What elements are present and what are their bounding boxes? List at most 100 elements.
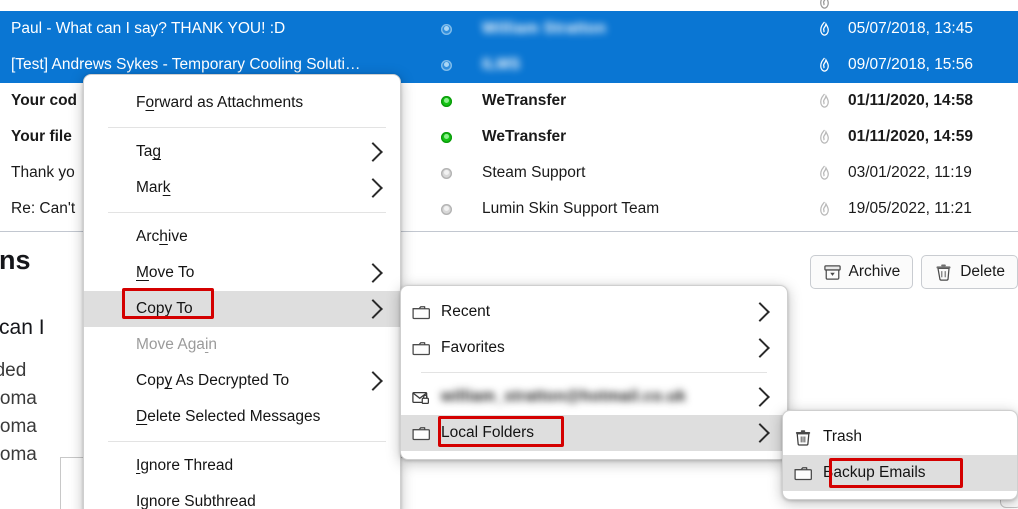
menu-item-copy-to[interactable]: Copy To: [84, 291, 400, 327]
body-line: ww.ioma: [0, 416, 37, 437]
menu-item-label: Mark: [136, 179, 171, 196]
menu-separator: [108, 127, 386, 128]
folder-icon: [411, 424, 437, 443]
menu-item-label: Forward as Attachments: [136, 94, 304, 111]
menu-item-label: Delete Selected Messages: [136, 408, 321, 425]
menu-item-label: Ignore Thread: [136, 457, 234, 474]
message-status-dot[interactable]: [424, 203, 468, 215]
menu-separator: [108, 212, 386, 213]
thread-icon[interactable]: [808, 201, 840, 218]
menu-item-copy-as-decrypted-to[interactable]: Copy As Decrypted To: [84, 363, 400, 399]
menu-item-ignore-thread[interactable]: Ignore Thread: [84, 448, 400, 484]
menu-item-label: Copy To: [136, 300, 193, 317]
message-correspondent: WeTransfer: [482, 92, 567, 109]
menu-item-move-to[interactable]: Move To: [84, 255, 400, 291]
body-line: warded: [0, 360, 27, 381]
submenu-item-favorites[interactable]: Favorites: [401, 330, 787, 366]
chevron-right-icon: [363, 371, 383, 391]
submenu-item-local-folders[interactable]: Local Folders: [401, 415, 787, 451]
chevron-right-icon: [363, 142, 383, 162]
message-action-toolbar: Archive Delete: [809, 255, 1018, 289]
chevron-right-icon: [750, 423, 770, 443]
table-row[interactable]: Paul - What can I say? THANK YOU! :D Wil…: [0, 11, 1018, 47]
chevron-right-icon: [363, 299, 383, 319]
submenu-item-label: Favorites: [441, 339, 505, 356]
table-row[interactable]: [0, 0, 1018, 11]
submenu-item-label: william_stratton@hotmail.co.uk: [441, 388, 687, 405]
folder-icon: [793, 464, 819, 483]
menu-item-label: Ignore Subthread: [136, 493, 256, 509]
body-line: ww.ioma: [0, 388, 37, 409]
submenu-item-account[interactable]: william_stratton@hotmail.co.uk: [401, 379, 787, 415]
trash-icon: [936, 264, 951, 281]
thunderbird-window: Paul - What can I say? THANK YOU! :D Wil…: [0, 0, 1018, 509]
body-line: hat can I: [0, 316, 45, 339]
flame-thread-icon: [819, 0, 829, 9]
submenu-item-label: Recent: [441, 303, 491, 320]
message-date: 19/05/2022, 11:21: [848, 200, 972, 217]
menu-item-move-again: Move Again: [84, 327, 400, 363]
submenu-item-trash[interactable]: Trash: [783, 419, 1017, 455]
message-correspondent: Steam Support: [482, 164, 586, 181]
message-status-dot[interactable]: [424, 95, 468, 107]
folder-icon: [411, 303, 437, 322]
menu-separator: [108, 441, 386, 442]
submenu-item-label: Local Folders: [441, 424, 535, 441]
submenu-item-label: Backup Emails: [823, 464, 926, 481]
chevron-right-icon: [363, 178, 383, 198]
trash-icon: [793, 428, 819, 447]
folder-icon: [411, 339, 437, 358]
message-date: 01/11/2020, 14:58: [848, 92, 973, 109]
context-menu: Forward as Attachments Tag Mark Archive …: [83, 74, 401, 509]
message-correspondent: WeTransfer: [482, 128, 567, 145]
menu-item-tag[interactable]: Tag: [84, 134, 400, 170]
message-date: 01/11/2020, 14:59: [848, 128, 973, 145]
message-status-dot[interactable]: [424, 23, 468, 35]
message-correspondent: Lumin Skin Support Team: [482, 200, 660, 217]
message-date: 05/07/2018, 13:45: [848, 20, 973, 37]
menu-separator: [421, 372, 767, 373]
message-date: 09/07/2018, 15:56: [848, 56, 973, 73]
delete-button[interactable]: Delete: [921, 255, 1018, 289]
message-status-dot[interactable]: [424, 59, 468, 71]
menu-item-label: Archive: [136, 228, 188, 245]
message-subject: Paul - What can I say? THANK YOU! :D: [11, 20, 286, 37]
menu-item-label: Move To: [136, 264, 195, 281]
copy-to-submenu: Recent Favorites william_stratton@hotmai…: [400, 285, 788, 460]
menu-item-label: Move Again: [136, 336, 218, 353]
menu-item-archive[interactable]: Archive: [84, 219, 400, 255]
archive-button-label: Archive: [848, 263, 901, 280]
delete-button-label: Delete: [960, 263, 1005, 280]
message-subject: [Test] Andrews Sykes - Temporary Cooling…: [11, 56, 361, 73]
flame-thread-icon: [819, 93, 829, 108]
message-status-dot[interactable]: [424, 167, 468, 179]
thread-icon[interactable]: [808, 129, 840, 146]
archive-button[interactable]: Archive: [809, 255, 914, 289]
submenu-item-label: Trash: [823, 428, 863, 445]
chevron-right-icon: [363, 263, 383, 283]
thread-icon: [808, 0, 840, 11]
menu-item-forward-as-attachments[interactable]: Forward as Attachments: [84, 85, 400, 121]
mail-lock-icon: [411, 388, 437, 407]
thread-icon[interactable]: [808, 93, 840, 110]
flame-thread-icon: [819, 165, 829, 180]
thread-icon[interactable]: [808, 57, 840, 74]
local-folders-submenu: Trash Backup Emails: [782, 410, 1018, 500]
menu-item-delete-selected-messages[interactable]: Delete Selected Messages: [84, 399, 400, 435]
submenu-item-recent[interactable]: Recent: [401, 294, 787, 330]
submenu-item-backup-emails[interactable]: Backup Emails: [783, 455, 1017, 491]
menu-item-label: Copy As Decrypted To: [136, 372, 290, 389]
page-title: tions: [0, 244, 31, 275]
flame-thread-icon: [819, 129, 829, 144]
menu-item-mark[interactable]: Mark: [84, 170, 400, 206]
thread-icon[interactable]: [808, 21, 840, 38]
menu-item-ignore-subthread[interactable]: Ignore Subthread: [84, 484, 400, 509]
message-date: 03/01/2022, 11:19: [848, 164, 972, 181]
flame-thread-icon: [819, 21, 829, 36]
chevron-right-icon: [750, 338, 770, 358]
thread-icon[interactable]: [808, 165, 840, 182]
message-correspondent: ILMS: [482, 56, 521, 73]
message-status-dot[interactable]: [424, 131, 468, 143]
chevron-right-icon: [750, 387, 770, 407]
menu-item-label: Tag: [136, 143, 161, 160]
